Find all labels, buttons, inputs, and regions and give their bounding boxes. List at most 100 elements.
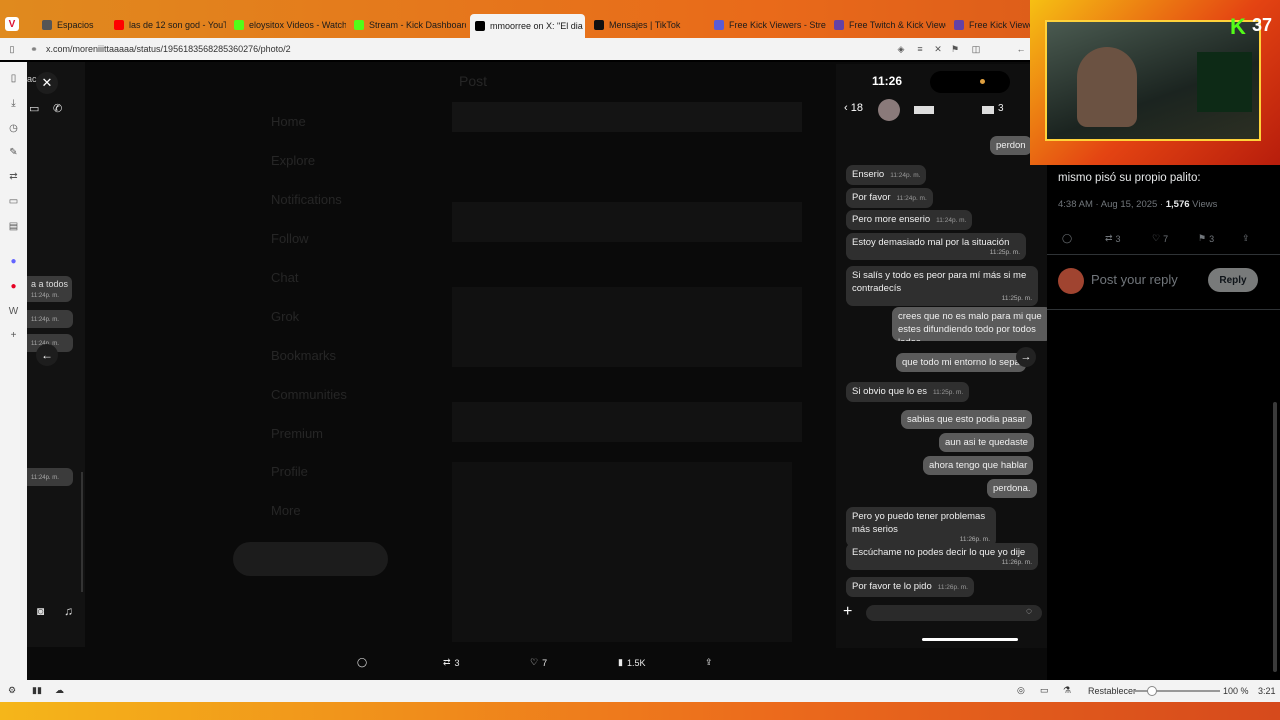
reply-button[interactable]: Reply	[1208, 268, 1258, 292]
split-view-icon[interactable]: ◫	[970, 44, 982, 55]
message-bubble: Si salís y todo es peor para mí más si m…	[846, 266, 1038, 306]
zoom-reset-button[interactable]: Restablecer	[1088, 686, 1136, 696]
tiktok-icon	[594, 20, 604, 30]
clock: 3:21	[1258, 686, 1276, 696]
x-icon	[475, 21, 485, 31]
site-info-icon[interactable]: ⚭	[28, 44, 40, 55]
views-icon: ▮	[618, 657, 623, 667]
chat-bubble: 11:24p. m.	[27, 310, 73, 328]
previous-photo-button[interactable]: ←	[36, 344, 58, 366]
sticker-icon: ◌	[1026, 606, 1032, 617]
share-stat[interactable]: ⇪	[1242, 233, 1250, 244]
retweet-action[interactable]: ⇄ 3	[443, 657, 460, 668]
panel-toggle-icon[interactable]: ▯	[6, 44, 18, 55]
bookmarks-panel-icon[interactable]: ▯	[7, 72, 20, 85]
add-panel-icon[interactable]: +	[7, 329, 20, 342]
tab-kick-dashboard[interactable]: Stream - Kick Dashboard	[354, 14, 466, 36]
nav-grok: Grok	[271, 309, 300, 324]
nav-chat: Chat	[271, 270, 299, 285]
chat-bubble: a a todos 11:24p. m.	[27, 276, 73, 302]
message-bubble: Por favor 11:24p. m.	[846, 188, 933, 208]
message-bubble: crees que no es malo para mi que estes d…	[892, 307, 1047, 341]
tab-free-kick-viewers-stream[interactable]: Free Kick Viewers - Stream	[714, 14, 826, 36]
cloud-icon[interactable]: ☁	[55, 685, 64, 696]
share-action[interactable]: ⇪	[705, 657, 713, 668]
twitch-icon	[954, 20, 964, 30]
tab-free-kick-viewers[interactable]: Free Kick Viewers	[954, 14, 1030, 36]
pinterest-icon[interactable]: ●	[7, 280, 20, 293]
tab-spaces[interactable]: Espacios	[42, 14, 110, 36]
scrollbar[interactable]	[1273, 402, 1277, 672]
retweet-icon: ⇄	[1105, 233, 1113, 243]
reply-action[interactable]: ◯	[357, 657, 367, 668]
next-photo-button[interactable]: →	[1016, 347, 1036, 367]
chat-screenshot: 11:26 ‹ 18 3 perdon Enserio 11:24p. m. Po…	[836, 64, 1047, 648]
vivaldi-menu-icon[interactable]: V	[5, 17, 19, 31]
kick-icon	[234, 20, 244, 30]
translate-panel-icon[interactable]: ⇄	[7, 170, 20, 183]
contact-avatar	[878, 99, 900, 121]
divider	[1047, 254, 1280, 255]
wikipedia-icon[interactable]: W	[7, 305, 20, 318]
twitch-icon	[834, 20, 844, 30]
share-icon: ⇪	[705, 657, 713, 667]
comment-icon: ◯	[1062, 233, 1073, 243]
bookmark-stat[interactable]: ⚑ 3	[1198, 233, 1214, 244]
mastodon-icon[interactable]: ●	[7, 255, 20, 268]
sync-icon[interactable]: ⚙	[8, 685, 16, 696]
page-tiling-icon[interactable]: ▭	[1040, 685, 1049, 696]
address-bar: ▯ ⚭ x.com/moreniiittaaaaa/status/1956183…	[0, 38, 1030, 60]
block-icon[interactable]: ✕	[932, 44, 944, 55]
message-bubble: Estoy demasiado mal por la situación 11:2…	[846, 233, 1026, 260]
tab-tiktok[interactable]: Mensajes | TikTok	[594, 14, 706, 36]
media-icon[interactable]: ◈	[895, 44, 907, 55]
zoom-slider[interactable]	[1135, 686, 1220, 696]
notes-icon[interactable]: ✎	[7, 146, 20, 159]
tab-kick-videos[interactable]: eloysitox Videos - Watch O	[234, 14, 346, 36]
zoom-slider-thumb[interactable]	[1147, 686, 1157, 696]
tab-free-twitch-kick-viewers[interactable]: Free Twitch & Kick Viewers	[834, 14, 946, 36]
redacted-block	[982, 106, 994, 114]
message-bubble: Por favor te lo pido 11:26p. m.	[846, 577, 974, 597]
viewers-icon	[714, 20, 724, 30]
reply-input[interactable]: Post your reply	[1091, 272, 1178, 287]
chat-bubble: 11:24p. m.	[27, 468, 73, 486]
window-panel-icon[interactable]: ▤	[7, 220, 20, 233]
tiling-icon[interactable]: ▮▮	[32, 685, 42, 696]
ghost-post-button	[233, 542, 388, 576]
reply-stat[interactable]: ◯	[1062, 233, 1072, 244]
url-field[interactable]: x.com/moreniiittaaaaa/status/19561835682…	[46, 44, 291, 54]
translate-icon[interactable]: ≡	[914, 44, 926, 54]
browser-side-panel: ▯ ⤓ ◷ ✎ ⇄ ▭ ▤ ● ● W +	[0, 62, 27, 680]
nav-more: More	[271, 503, 301, 518]
nav-home: Home	[271, 114, 306, 129]
like-stat[interactable]: ♡ 7	[1152, 233, 1168, 244]
message-bubble: Si obvio que lo es 11:25p. m.	[846, 382, 970, 402]
page-actions-icon[interactable]: ⚗	[1063, 685, 1071, 696]
mic-icon: ♫	[64, 604, 73, 618]
views-action[interactable]: ▮ 1.5K	[618, 657, 645, 668]
back-arrow-icon[interactable]: ←	[1015, 44, 1027, 54]
tab-x-post[interactable]: mmoorree on X: "El dia 27	[470, 14, 585, 38]
bookmark-icon[interactable]: ⚑	[949, 44, 961, 55]
nav-follow: Follow	[271, 231, 309, 246]
avatar	[1058, 268, 1084, 294]
retweet-stat[interactable]: ⇄ 3	[1105, 233, 1121, 244]
browser-status-bar: ⚙ ▮▮ ☁ ◎ ▭ ⚗ Restablecer 100 % 3:21	[0, 680, 1280, 702]
close-icon[interactable]: ✕	[36, 72, 58, 94]
history-icon[interactable]: ◷	[7, 122, 20, 135]
like-action[interactable]: ♡ 7	[530, 657, 547, 668]
reading-list-icon[interactable]: ▭	[7, 195, 20, 208]
zoom-level: 100 %	[1223, 686, 1249, 696]
contact-badge: 3	[998, 103, 1004, 114]
capture-icon[interactable]: ◎	[1017, 685, 1025, 696]
viewer-count: 37	[1252, 15, 1273, 35]
post-header: Post	[459, 73, 488, 89]
downloads-icon[interactable]: ⤓	[7, 97, 20, 110]
message-bubble: Enserio 11:24p. m.	[846, 165, 927, 185]
tab-youtube[interactable]: las de 12 son god - YouTube	[114, 14, 226, 36]
message-bubble: perdona.	[987, 479, 1037, 498]
share-icon: ⇪	[1242, 233, 1250, 243]
message-bubble: Escúchame no podes decir lo que yo dije 1…	[846, 543, 1038, 570]
retweet-icon: ⇄	[443, 657, 451, 667]
